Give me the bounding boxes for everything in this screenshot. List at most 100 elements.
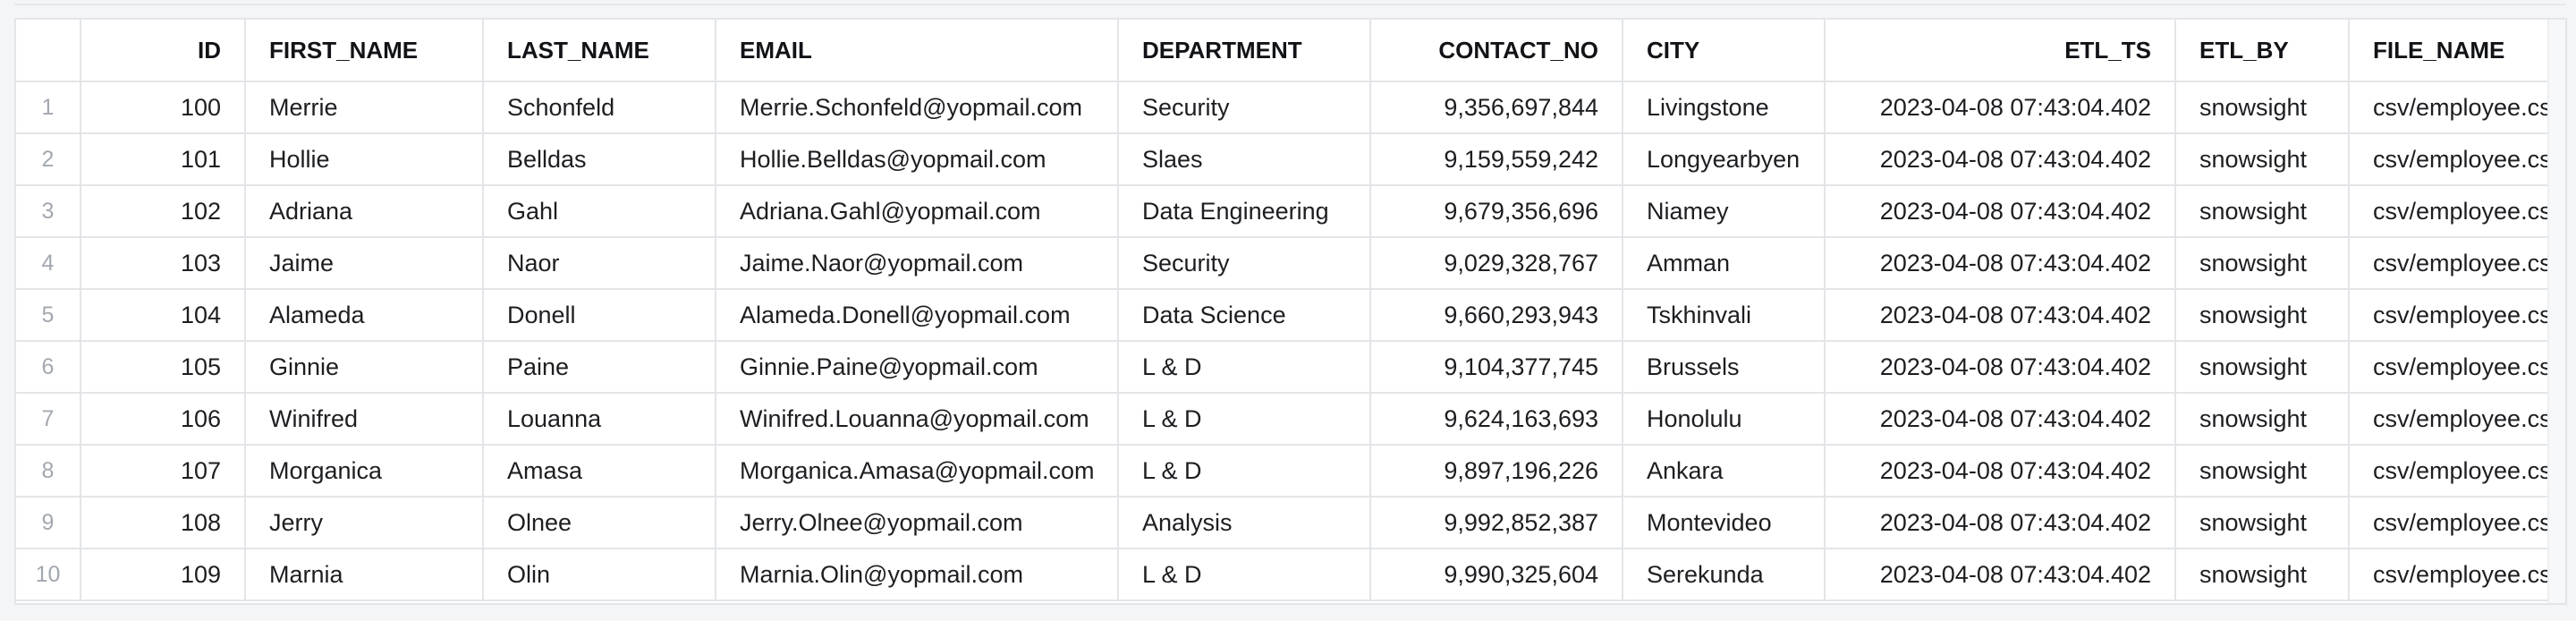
cell-first-name[interactable]: Morganica — [245, 445, 484, 498]
cell-city[interactable]: Niamey — [1623, 185, 1826, 238]
cell-department[interactable]: L & D — [1118, 393, 1371, 446]
cell-file-name[interactable]: csv/employee.csv — [2349, 133, 2565, 186]
table-row[interactable]: 3 102 Adriana Gahl Adriana.Gahl@yopmail.com D… — [16, 185, 2565, 238]
cell-contact-no[interactable]: 9,624,163,693 — [1370, 393, 1623, 446]
cell-first-name[interactable]: Winifred — [245, 393, 484, 446]
cell-department[interactable]: L & D — [1118, 341, 1371, 394]
cell-city[interactable]: Tskhinvali — [1623, 289, 1826, 342]
table-row[interactable]: 8 107 Morganica Amasa Morganica.Amasa@yopmai… — [16, 445, 2565, 498]
cell-email[interactable]: Ginnie.Paine@yopmail.com — [716, 341, 1119, 394]
cell-etl-by[interactable]: snowsight — [2175, 549, 2350, 601]
cell-email[interactable]: Adriana.Gahl@yopmail.com — [716, 185, 1119, 238]
column-header-contact-no[interactable]: CONTACT_NO — [1370, 20, 1623, 82]
cell-id[interactable]: 109 — [80, 549, 246, 601]
cell-etl-ts[interactable]: 2023-04-08 07:43:04.402 — [1825, 497, 2176, 549]
cell-last-name[interactable]: Donell — [483, 289, 716, 342]
cell-email[interactable]: Jerry.Olnee@yopmail.com — [716, 497, 1119, 549]
column-header-id[interactable]: ID — [80, 20, 246, 82]
cell-last-name[interactable]: Olin — [483, 549, 716, 601]
cell-last-name[interactable]: Schonfeld — [483, 81, 716, 134]
cell-first-name[interactable]: Jaime — [245, 237, 484, 290]
cell-contact-no[interactable]: 9,897,196,226 — [1370, 445, 1623, 498]
table-row[interactable]: 1 100 Merrie Schonfeld Merrie.Schonfeld@yopm… — [16, 81, 2565, 134]
cell-department[interactable]: Data Science — [1118, 289, 1371, 342]
cell-id[interactable]: 101 — [80, 133, 246, 186]
cell-first-name[interactable]: Marnia — [245, 549, 484, 601]
table-row[interactable]: 9 108 Jerry Olnee Jerry.Olnee@yopmail.com Ana… — [16, 497, 2565, 549]
cell-id[interactable]: 103 — [80, 237, 246, 290]
cell-file-name[interactable]: csv/employee.csv — [2349, 497, 2565, 549]
cell-id[interactable]: 104 — [80, 289, 246, 342]
cell-etl-ts[interactable]: 2023-04-08 07:43:04.402 — [1825, 341, 2176, 394]
table-row[interactable]: 4 103 Jaime Naor Jaime.Naor@yopmail.com Secur… — [16, 237, 2565, 290]
table-row[interactable]: 10 109 Marnia Olin Marnia.Olin@yopmail.com L … — [16, 549, 2565, 601]
cell-etl-ts[interactable]: 2023-04-08 07:43:04.402 — [1825, 549, 2176, 601]
column-header-last-name[interactable]: LAST_NAME — [483, 20, 716, 82]
cell-id[interactable]: 106 — [80, 393, 246, 446]
cell-file-name[interactable]: csv/employee.csv — [2349, 445, 2565, 498]
cell-id[interactable]: 100 — [80, 81, 246, 134]
cell-last-name[interactable]: Olnee — [483, 497, 716, 549]
column-header-city[interactable]: CITY — [1623, 20, 1826, 82]
cell-contact-no[interactable]: 9,990,325,604 — [1370, 549, 1623, 601]
cell-email[interactable]: Alameda.Donell@yopmail.com — [716, 289, 1119, 342]
cell-etl-by[interactable]: snowsight — [2175, 289, 2350, 342]
cell-file-name[interactable]: csv/employee.csv — [2349, 393, 2565, 446]
cell-etl-ts[interactable]: 2023-04-08 07:43:04.402 — [1825, 393, 2176, 446]
cell-id[interactable]: 108 — [80, 497, 246, 549]
cell-file-name[interactable]: csv/employee.csv — [2349, 81, 2565, 134]
cell-file-name[interactable]: csv/employee.csv — [2349, 237, 2565, 290]
column-header-etl-by[interactable]: ETL_BY — [2175, 20, 2350, 82]
cell-etl-ts[interactable]: 2023-04-08 07:43:04.402 — [1825, 289, 2176, 342]
cell-contact-no[interactable]: 9,159,559,242 — [1370, 133, 1623, 186]
cell-etl-by[interactable]: snowsight — [2175, 497, 2350, 549]
cell-contact-no[interactable]: 9,660,293,943 — [1370, 289, 1623, 342]
column-header-first-name[interactable]: FIRST_NAME — [245, 20, 484, 82]
cell-first-name[interactable]: Merrie — [245, 81, 484, 134]
cell-first-name[interactable]: Hollie — [245, 133, 484, 186]
cell-email[interactable]: Winifred.Louanna@yopmail.com — [716, 393, 1119, 446]
cell-etl-by[interactable]: snowsight — [2175, 185, 2350, 238]
cell-last-name[interactable]: Louanna — [483, 393, 716, 446]
cell-contact-no[interactable]: 9,029,328,767 — [1370, 237, 1623, 290]
cell-file-name[interactable]: csv/employee.csv — [2349, 185, 2565, 238]
cell-email[interactable]: Hollie.Belldas@yopmail.com — [716, 133, 1119, 186]
cell-city[interactable]: Brussels — [1623, 341, 1826, 394]
cell-last-name[interactable]: Belldas — [483, 133, 716, 186]
table-row[interactable]: 6 105 Ginnie Paine Ginnie.Paine@yopmail.com L… — [16, 341, 2565, 394]
column-header-department[interactable]: DEPARTMENT — [1118, 20, 1371, 82]
cell-etl-ts[interactable]: 2023-04-08 07:43:04.402 — [1825, 133, 2176, 186]
cell-file-name[interactable]: csv/employee.csv — [2349, 549, 2565, 601]
cell-first-name[interactable]: Jerry — [245, 497, 484, 549]
cell-email[interactable]: Morganica.Amasa@yopmail.com — [716, 445, 1119, 498]
cell-contact-no[interactable]: 9,679,356,696 — [1370, 185, 1623, 238]
cell-department[interactable]: Data Engineering — [1118, 185, 1371, 238]
cell-etl-ts[interactable]: 2023-04-08 07:43:04.402 — [1825, 81, 2176, 134]
table-row[interactable]: 7 106 Winifred Louanna Winifred.Louanna@yopm… — [16, 393, 2565, 446]
cell-first-name[interactable]: Ginnie — [245, 341, 484, 394]
column-header-email[interactable]: EMAIL — [716, 20, 1119, 82]
cell-department[interactable]: Analysis — [1118, 497, 1371, 549]
cell-etl-by[interactable]: snowsight — [2175, 393, 2350, 446]
cell-email[interactable]: Jaime.Naor@yopmail.com — [716, 237, 1119, 290]
cell-etl-by[interactable]: snowsight — [2175, 445, 2350, 498]
vertical-scrollbar[interactable] — [2547, 20, 2565, 603]
cell-file-name[interactable]: csv/employee.csv — [2349, 289, 2565, 342]
cell-id[interactable]: 107 — [80, 445, 246, 498]
cell-city[interactable]: Ankara — [1623, 445, 1826, 498]
cell-last-name[interactable]: Amasa — [483, 445, 716, 498]
cell-etl-by[interactable]: snowsight — [2175, 341, 2350, 394]
cell-contact-no[interactable]: 9,992,852,387 — [1370, 497, 1623, 549]
cell-department[interactable]: Security — [1118, 81, 1371, 134]
cell-department[interactable]: L & D — [1118, 445, 1371, 498]
cell-city[interactable]: Livingstone — [1623, 81, 1826, 134]
cell-last-name[interactable]: Naor — [483, 237, 716, 290]
cell-first-name[interactable]: Adriana — [245, 185, 484, 238]
cell-etl-by[interactable]: snowsight — [2175, 237, 2350, 290]
column-header-file-name[interactable]: FILE_NAME — [2349, 20, 2565, 82]
cell-last-name[interactable]: Gahl — [483, 185, 716, 238]
cell-department[interactable]: Slaes — [1118, 133, 1371, 186]
cell-etl-by[interactable]: snowsight — [2175, 133, 2350, 186]
cell-contact-no[interactable]: 9,356,697,844 — [1370, 81, 1623, 134]
cell-email[interactable]: Merrie.Schonfeld@yopmail.com — [716, 81, 1119, 134]
